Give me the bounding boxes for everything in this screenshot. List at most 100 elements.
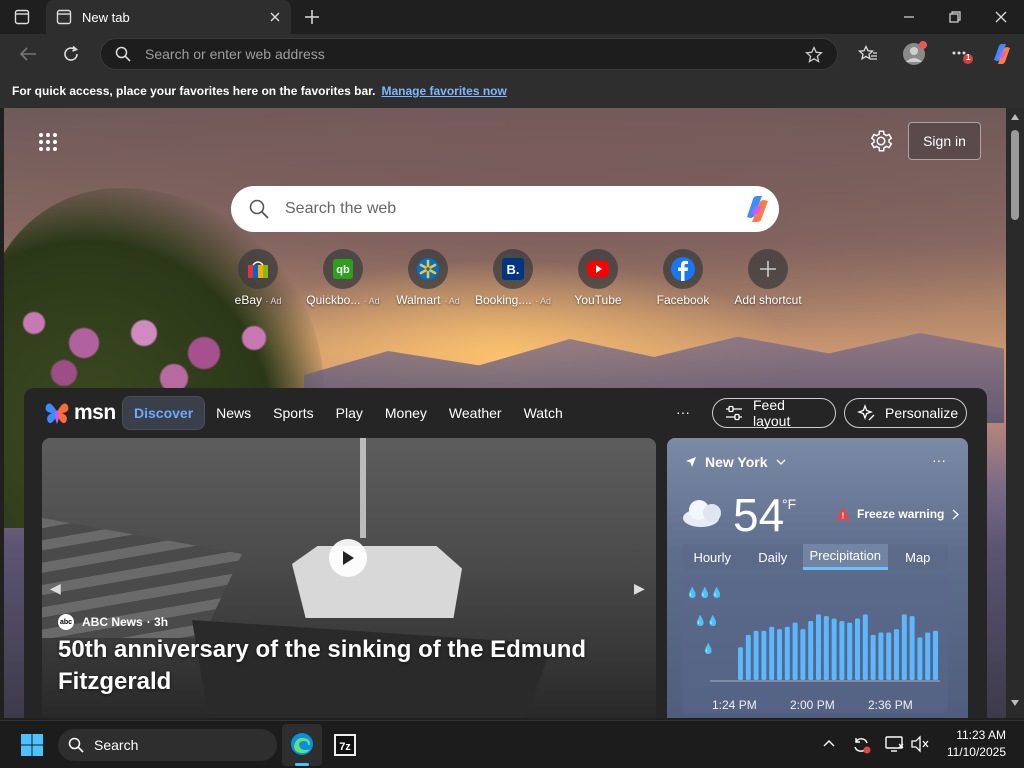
scrollbar-thumb[interactable] [1011, 130, 1019, 220]
new-tab-button[interactable] [304, 9, 320, 25]
back-arrow-icon[interactable] [19, 46, 37, 62]
ad-label: · Ad [265, 296, 282, 306]
favorites-icon[interactable] [858, 45, 878, 63]
play-icon [341, 550, 355, 566]
carousel-next-icon[interactable]: ▶ [634, 580, 645, 597]
scroll-down-icon[interactable] [1011, 700, 1019, 706]
nav-weather[interactable]: Weather [438, 397, 513, 429]
precip-bar [862, 614, 868, 680]
minimize-button[interactable] [886, 0, 932, 34]
weather-alert[interactable]: ! Freeze warning [835, 506, 960, 522]
msn-butterfly-icon [44, 400, 70, 426]
volume-muted-icon[interactable] [910, 735, 930, 753]
feed-layout-label: Feed layout [753, 397, 791, 429]
nav-watch[interactable]: Watch [513, 397, 574, 429]
walmart-icon [416, 257, 440, 281]
taskbar-search[interactable]: Search [58, 729, 277, 761]
tab-new-tab[interactable]: New tab [46, 0, 291, 34]
nav-news[interactable]: News [205, 397, 262, 429]
profile-avatar[interactable] [902, 41, 928, 67]
shortcut-label: Facebook [656, 293, 710, 307]
clock[interactable]: 11:23 AM 11/10/2025 [938, 727, 1006, 761]
shortcut-label: Walmart [396, 293, 441, 307]
msn-wordmark: msn [74, 401, 116, 424]
personalize-label: Personalize [885, 405, 959, 421]
favorite-star-icon[interactable] [805, 46, 823, 64]
nav-discover[interactable]: Discover [122, 396, 206, 430]
precip-bar [870, 634, 876, 680]
weather-location[interactable]: New York [685, 454, 786, 470]
precip-bar [792, 622, 798, 680]
tab-precipitation[interactable]: Precipitation [802, 544, 888, 570]
personalize-button[interactable]: Personalize [844, 398, 967, 428]
display-network-icon[interactable] [885, 735, 905, 753]
shortcut-quickbooks[interactable]: qb Quickbo... · Ad [301, 249, 385, 307]
ad-label: · Ad [363, 296, 380, 306]
tab-daily[interactable]: Daily [742, 544, 802, 570]
freeze-warning-icon: ! [835, 506, 851, 522]
search-icon [115, 46, 131, 62]
precip-bar [909, 616, 915, 680]
nav-sports[interactable]: Sports [262, 397, 324, 429]
shortcut-facebook[interactable]: Facebook [641, 249, 725, 307]
new-tab-icon [56, 9, 72, 25]
article-headline[interactable]: 50th anniversary of the sinking of the E… [58, 634, 598, 698]
page-settings-gear-icon[interactable] [868, 128, 894, 154]
booking-icon: B. [501, 257, 525, 281]
carousel-prev-icon[interactable]: ◀ [50, 580, 61, 597]
svg-text:qb: qb [336, 264, 350, 276]
manage-favorites-link[interactable]: Manage favorites now [381, 84, 506, 98]
close-window-button[interactable] [978, 0, 1024, 34]
location-name: New York [705, 454, 768, 470]
precip-bar [894, 629, 899, 680]
scroll-up-icon[interactable] [1011, 114, 1019, 120]
taskbar-edge-app[interactable] [282, 724, 322, 766]
plus-icon [759, 260, 777, 278]
apps-grid-icon[interactable] [38, 132, 58, 152]
nav-play[interactable]: Play [325, 397, 374, 429]
page-scrollbar[interactable] [1006, 108, 1024, 718]
play-video-button[interactable] [329, 539, 367, 577]
favorites-hint-bar: For quick access, place your favorites h… [0, 74, 1024, 108]
copilot-search-icon[interactable] [741, 193, 773, 225]
7zip-app-icon[interactable]: 7z [334, 734, 356, 756]
facebook-icon [670, 256, 696, 282]
msn-logo[interactable]: msn [44, 400, 116, 426]
add-shortcut-button[interactable]: Add shortcut [726, 249, 810, 307]
shortcut-ebay[interactable]: eBay · Ad [216, 249, 300, 307]
web-search-box[interactable]: Search the web [231, 186, 779, 232]
tab-hourly[interactable]: Hourly [682, 544, 742, 570]
weather-more-button[interactable]: ··· [932, 452, 946, 468]
clock-time: 11:23 AM [956, 728, 1006, 742]
shortcut-youtube[interactable]: YouTube [556, 249, 640, 307]
youtube-icon [586, 260, 610, 278]
windows-start-icon[interactable] [21, 734, 43, 756]
address-bar[interactable]: Search or enter web address [100, 38, 838, 70]
feed-layout-button[interactable]: Feed layout [712, 397, 836, 429]
precip-bar [784, 626, 790, 680]
precip-bar [933, 630, 938, 680]
weather-card[interactable]: New York ··· 54 °F ! Freeze warning Hour… [667, 438, 968, 718]
tray-overflow-chevron-icon[interactable] [823, 739, 835, 747]
shortcut-row: eBay · Ad qb Quickbo... · Ad Walmart · A… [216, 249, 816, 311]
sign-in-button[interactable]: Sign in [908, 122, 981, 160]
shortcut-booking[interactable]: B. Booking.... · Ad [471, 249, 555, 307]
refresh-icon[interactable] [62, 45, 80, 63]
tab-actions-icon[interactable] [14, 9, 30, 25]
address-placeholder: Search or enter web address [145, 46, 325, 62]
hero-news-card[interactable]: ◀ ▶ abc ABC News · 3h 50th anniversary o… [42, 438, 656, 718]
copilot-icon[interactable] [990, 42, 1014, 66]
restore-button[interactable] [932, 0, 978, 34]
new-tab-page: Sign in Search the web eBay · Ad qb Quic… [4, 108, 1006, 718]
active-app-indicator [295, 763, 309, 766]
sync-update-icon[interactable] [852, 735, 872, 755]
feed-nav: Discover News Sports Play Money Weather … [122, 396, 574, 430]
more-nav-button[interactable]: ··· [676, 404, 690, 420]
nav-money[interactable]: Money [374, 397, 438, 429]
precip-bar [901, 614, 907, 680]
shortcut-walmart[interactable]: Walmart · Ad [386, 249, 470, 307]
precip-bar [808, 620, 814, 680]
quickbooks-icon: qb [331, 257, 355, 281]
tab-map[interactable]: Map [888, 544, 948, 570]
close-tab-icon[interactable] [269, 11, 281, 23]
